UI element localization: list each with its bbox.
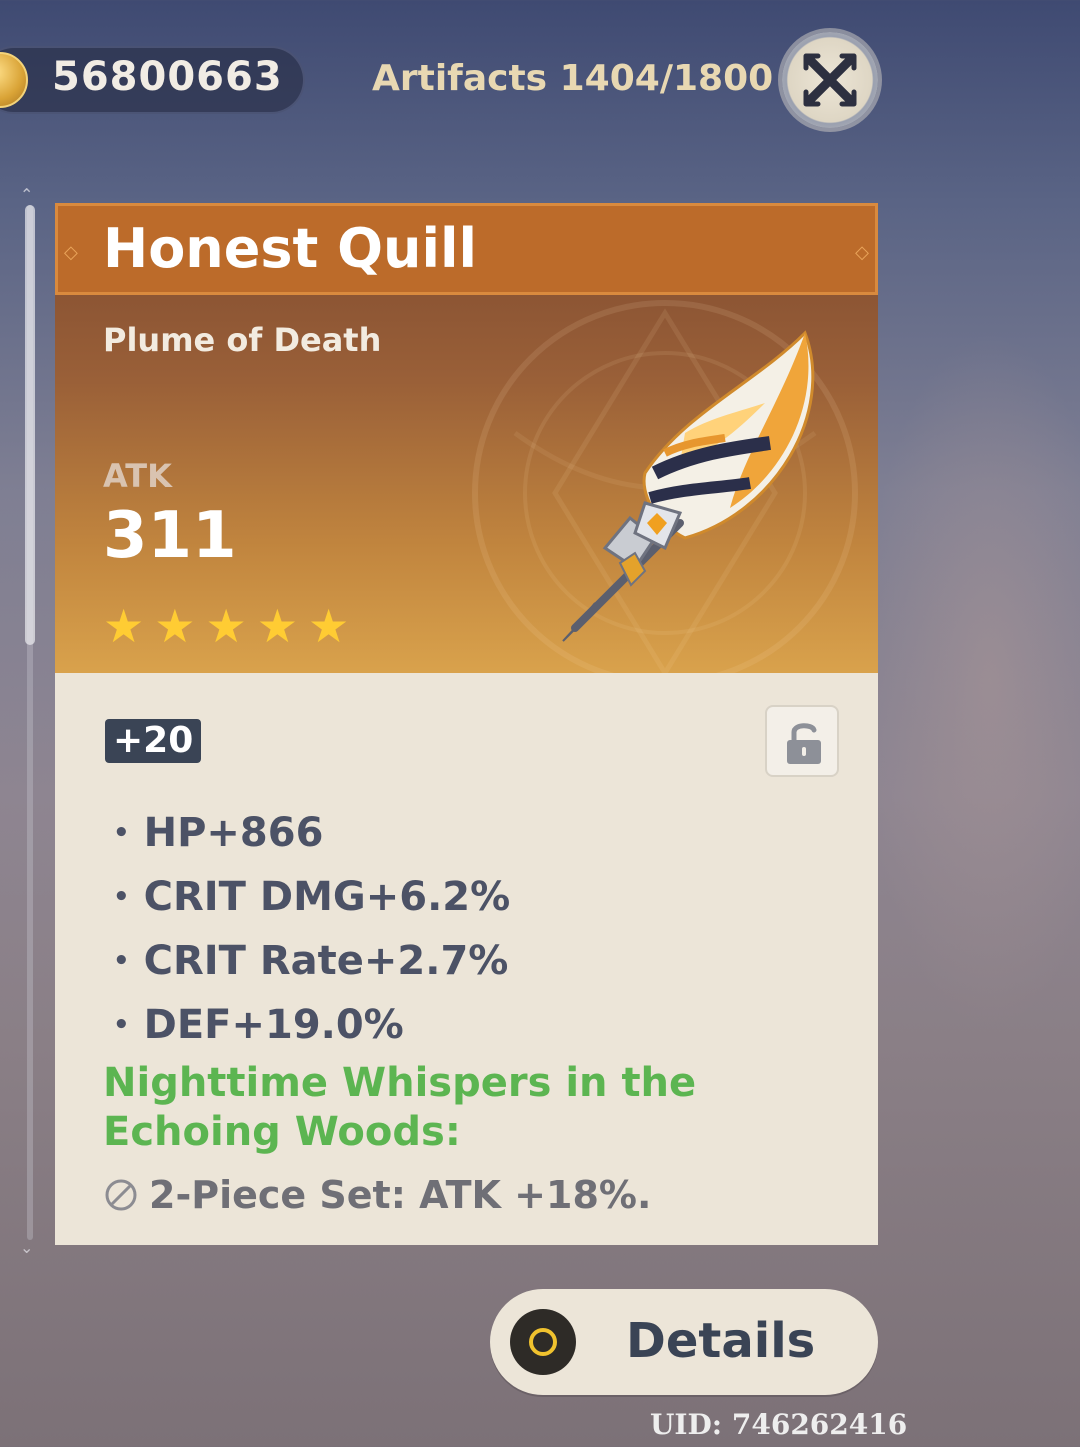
- set-inactive-icon: [105, 1179, 137, 1211]
- close-icon: [803, 53, 857, 107]
- bullet-icon: •: [113, 818, 130, 848]
- set-name: Nighttime Whispers in the Echoing Woods:: [103, 1060, 697, 1155]
- substat-text: CRIT Rate+2.7%: [143, 938, 509, 984]
- rarity-star-icon: ★: [154, 599, 196, 653]
- uid-label: UID: 746262416: [650, 1408, 908, 1441]
- substat-text: CRIT DMG+6.2%: [143, 874, 511, 920]
- lock-icon: [787, 723, 821, 764]
- title-ornament-left: ◇: [64, 242, 78, 263]
- mora-value: 56800663: [52, 54, 283, 100]
- set-bonus-2pc: 2-Piece Set: ATK +18%.: [103, 1173, 651, 1217]
- scrollbar-thumb[interactable]: [25, 205, 35, 645]
- details-button[interactable]: Details: [490, 1289, 878, 1395]
- artifacts-count: Artifacts 1404/1800: [372, 58, 774, 99]
- substat-item: • CRIT DMG+6.2%: [113, 865, 510, 929]
- artifact-card-body: +20 • HP+866 • CRIT DMG+6.2% • CRIT Rate+2.7%…: [55, 673, 878, 1245]
- substat-item: • HP+866: [113, 801, 510, 865]
- artifact-card-header: ◇ ◇ Honest Quill Plume of Death ATK 311 …: [55, 203, 878, 673]
- substat-text: HP+866: [143, 810, 324, 856]
- rarity-star-icon: ★: [205, 599, 247, 653]
- scroll-down-arrow[interactable]: ⌄: [20, 1238, 33, 1257]
- substat-text: DEF+19.0%: [143, 1002, 404, 1048]
- artifact-card: ◇ ◇ Honest Quill Plume of Death ATK 311 …: [55, 203, 878, 1245]
- substats-list: • HP+866 • CRIT DMG+6.2% • CRIT Rate+2.7% • DEF…: [113, 801, 510, 1057]
- bullet-icon: •: [113, 1010, 130, 1040]
- main-stat-label: ATK: [103, 457, 172, 495]
- bullet-icon: •: [113, 946, 130, 976]
- bullet-icon: •: [113, 882, 130, 912]
- rarity-star-icon: ★: [308, 599, 350, 653]
- artifact-name: Honest Quill: [103, 217, 477, 280]
- rarity-star-icon: ★: [256, 599, 298, 653]
- title-ornament-right: ◇: [855, 242, 869, 263]
- level-badge: +20: [105, 719, 202, 763]
- scroll-up-arrow[interactable]: ⌃: [20, 185, 33, 204]
- main-stat-value: 311: [103, 499, 237, 573]
- rarity-stars: ★ ★ ★ ★ ★: [103, 603, 349, 649]
- feather-artifact-icon: [562, 330, 815, 642]
- substat-item: • CRIT Rate+2.7%: [113, 929, 510, 993]
- details-label: Details: [626, 1313, 816, 1369]
- rarity-star-icon: ★: [103, 599, 145, 653]
- artifact-type: Plume of Death: [103, 321, 382, 359]
- set-bonus-text: 2-Piece Set: ATK +18%.: [149, 1173, 652, 1217]
- substat-item: • DEF+19.0%: [113, 993, 510, 1057]
- lock-button[interactable]: [765, 705, 839, 777]
- background-haze: [860, 330, 1080, 1030]
- details-icon: [510, 1309, 576, 1375]
- close-button[interactable]: [782, 32, 878, 128]
